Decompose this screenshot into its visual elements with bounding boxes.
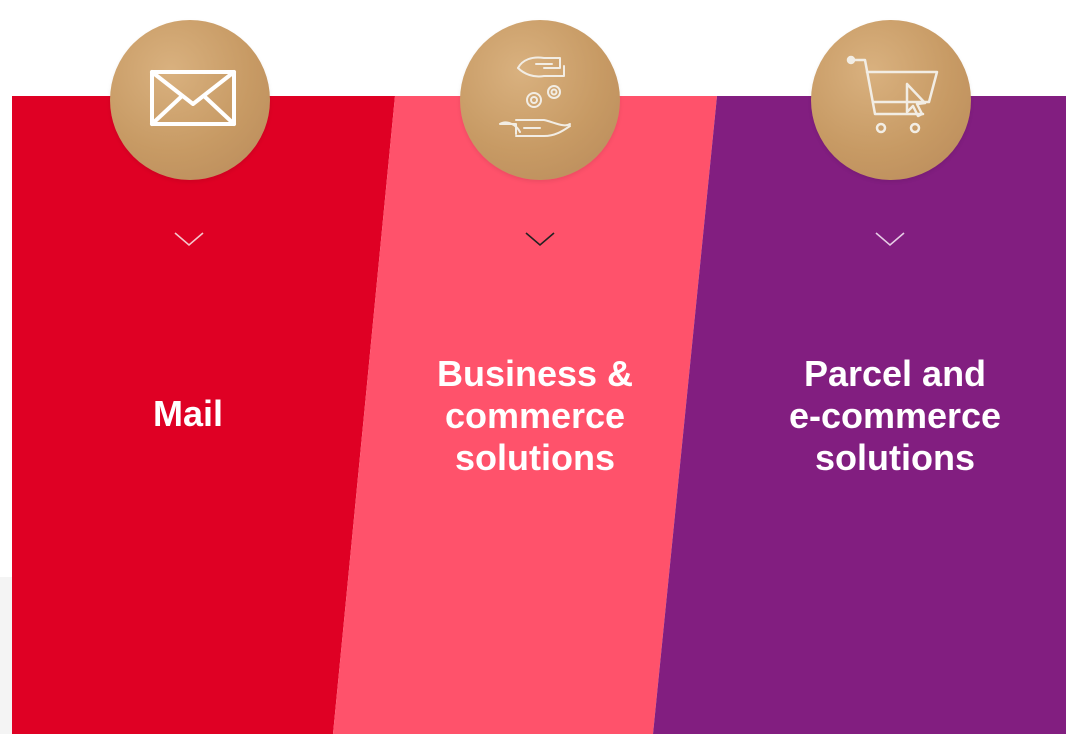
parcel-ecommerce-title[interactable]: Parcel and e-commerce solutions <box>745 353 1045 479</box>
business-commerce-title[interactable]: Business & commerce solutions <box>385 353 685 479</box>
parcel-chevron-down-icon[interactable] <box>874 230 906 248</box>
mail-title-line: Mail <box>152 393 223 434</box>
business-title-line: solutions <box>455 437 615 478</box>
parcel-title-line: solutions <box>815 437 975 478</box>
mail-title[interactable]: Mail <box>38 393 338 435</box>
business-circle[interactable] <box>460 20 620 180</box>
mail-chevron-down-icon[interactable] <box>173 230 205 248</box>
parcel-circle[interactable] <box>811 20 971 180</box>
parcel-title-line: Parcel and <box>803 353 987 394</box>
business-chevron-down-icon[interactable] <box>524 230 556 248</box>
business-title-line: Business & <box>436 353 634 394</box>
envelope-icon <box>150 70 236 126</box>
hands-gears-icon <box>499 56 571 137</box>
shopping-cart-icon <box>846 55 939 134</box>
background-strip <box>0 577 12 734</box>
mail-circle[interactable] <box>110 20 270 180</box>
parcel-title-line: e-commerce <box>788 395 1002 436</box>
business-title-line: commerce <box>444 395 626 436</box>
